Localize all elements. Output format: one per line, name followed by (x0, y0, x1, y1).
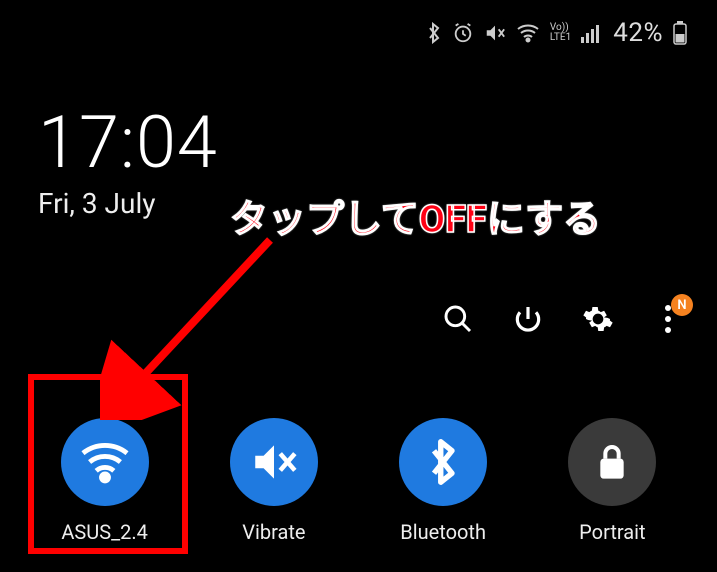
more-button[interactable]: N (649, 300, 687, 338)
clock-date: Fri, 3 July (38, 187, 218, 220)
power-button[interactable] (509, 300, 547, 338)
signal-icon (581, 23, 603, 43)
clock-time: 17:04 (38, 100, 218, 185)
panel-tools: N (439, 300, 687, 338)
bluetooth-icon (399, 418, 487, 506)
qs-wifi-label: ASUS_2.4 (61, 520, 148, 544)
battery-percentage: 42% (613, 18, 663, 48)
portrait-lock-icon (568, 418, 656, 506)
qs-sound-toggle[interactable]: Vibrate (230, 418, 318, 544)
bluetooth-icon (426, 22, 442, 44)
quick-settings-row: ASUS_2.4 Vibrate Bluetooth Portrait (0, 418, 717, 544)
settings-button[interactable] (579, 300, 617, 338)
annotation-text: タップしてOFFにする (230, 188, 601, 243)
qs-wifi-toggle[interactable]: ASUS_2.4 (61, 418, 149, 544)
qs-sound-label: Vibrate (242, 520, 305, 544)
mute-icon (484, 22, 506, 44)
network-badge: Vo)) LTE1 (550, 23, 571, 43)
wifi-icon (516, 23, 540, 43)
more-badge: N (671, 294, 693, 316)
clock-block: 17:04 Fri, 3 July (38, 100, 218, 220)
battery-icon (673, 21, 687, 45)
search-button[interactable] (439, 300, 477, 338)
status-bar: Vo)) LTE1 42% (426, 18, 687, 48)
wifi-icon (61, 418, 149, 506)
qs-rotation-toggle[interactable]: Portrait (568, 418, 656, 544)
qs-bluetooth-toggle[interactable]: Bluetooth (399, 418, 487, 544)
vibrate-icon (230, 418, 318, 506)
alarm-icon (452, 22, 474, 44)
qs-rotation-label: Portrait (579, 520, 645, 544)
lte-label: LTE1 (550, 33, 571, 43)
annotation-arrow-icon (100, 220, 300, 420)
qs-bluetooth-label: Bluetooth (400, 520, 486, 544)
